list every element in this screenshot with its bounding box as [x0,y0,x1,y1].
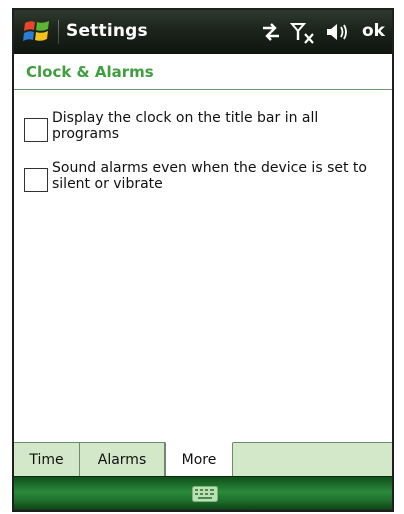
speaker-icon[interactable] [325,22,351,42]
device-screen: Settings ok Clock & Alarms Display the c… [12,8,394,512]
display-clock-label: Display the clock on the title bar in al… [52,110,319,142]
app-title: Settings [66,21,148,41]
connectivity-icon[interactable] [260,22,282,42]
tab-alarms[interactable]: Alarms [80,443,165,477]
page-title: Clock & Alarms [26,63,154,81]
sound-alarms-checkbox[interactable] [24,168,48,192]
tab-bar-empty-area [233,443,392,477]
ok-button[interactable]: ok [362,21,385,41]
windows-start-icon[interactable] [22,18,52,44]
keyboard-icon[interactable] [192,486,218,502]
title-separator [58,20,59,44]
tab-more[interactable]: More [165,442,233,477]
no-signal-icon[interactable] [290,22,318,44]
page-header: Clock & Alarms [14,54,392,90]
tab-bar: Time Alarms More [14,442,392,477]
softkey-bar [14,476,392,510]
display-clock-checkbox[interactable] [24,118,48,142]
sound-alarms-label: Sound alarms even when the device is set… [52,160,367,192]
title-bar: Settings ok [14,10,392,54]
option-sound-alarms[interactable]: Sound alarms even when the device is set… [14,160,392,200]
tab-time[interactable]: Time [14,443,80,477]
option-display-clock[interactable]: Display the clock on the title bar in al… [14,110,392,150]
